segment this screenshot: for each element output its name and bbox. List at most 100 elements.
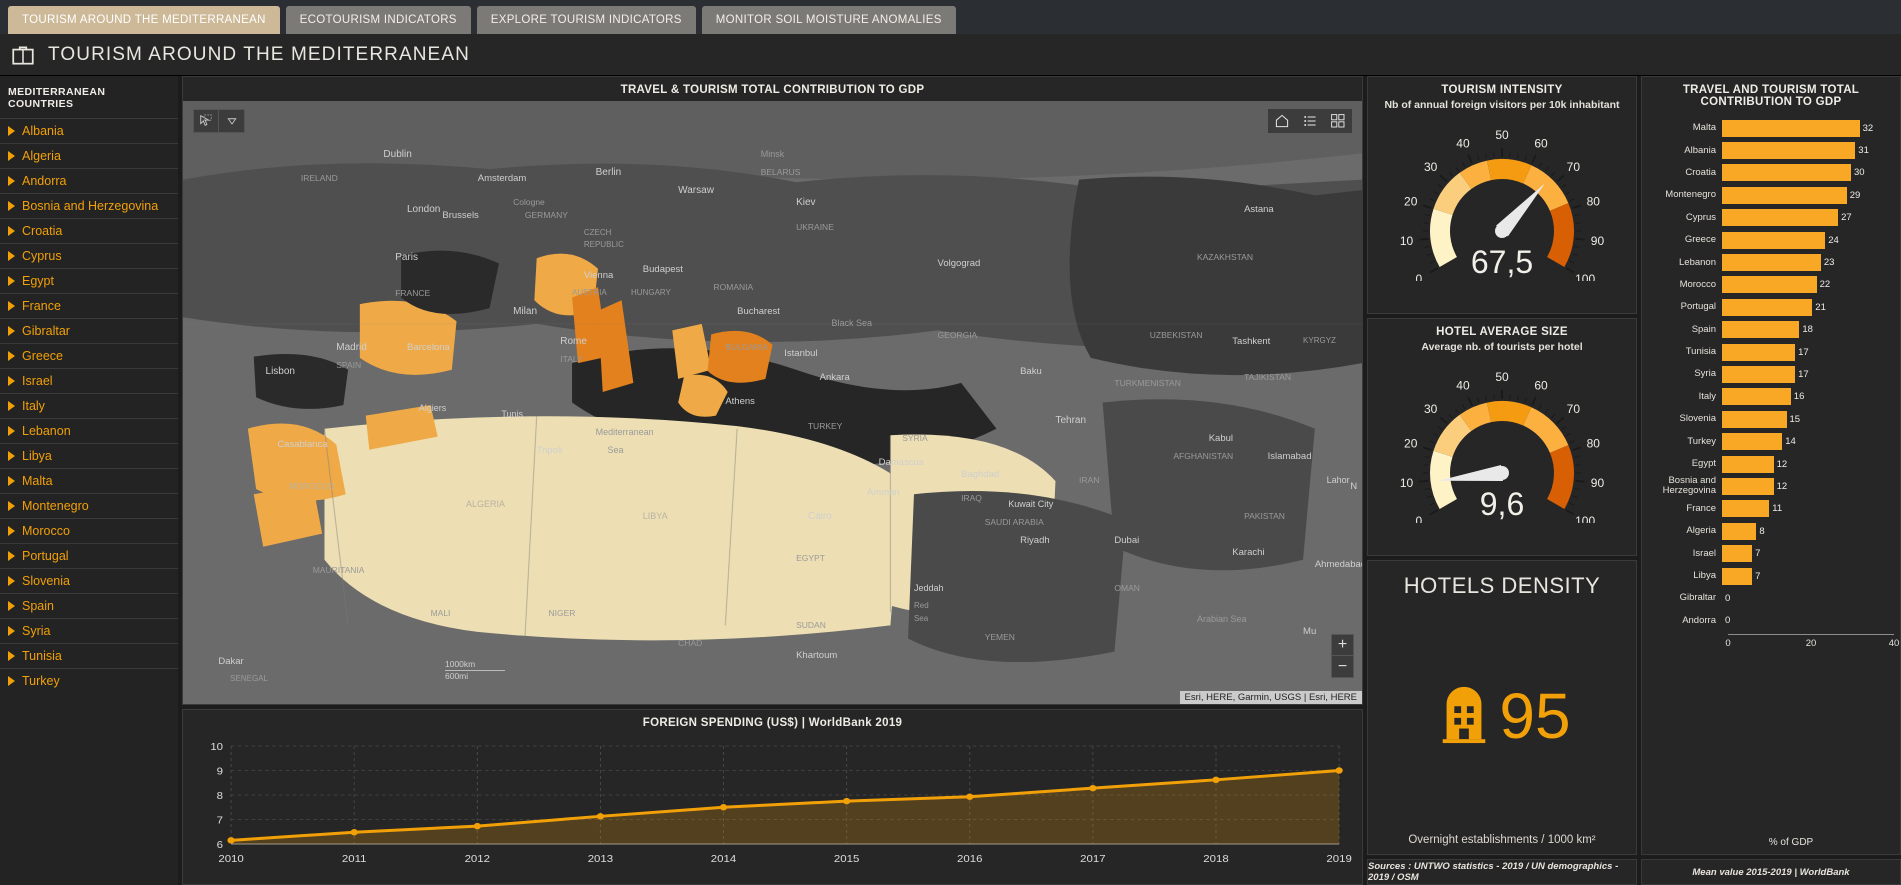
sidebar-item-label: Slovenia [22, 574, 70, 588]
bar-row[interactable]: Cyprus27 [1648, 207, 1894, 229]
sidebar-item-croatia[interactable]: Croatia [0, 218, 178, 243]
bar-row[interactable]: Libya7 [1648, 565, 1894, 587]
bar-row[interactable]: Syria17 [1648, 363, 1894, 385]
bar-value-label: 12 [1777, 481, 1788, 492]
sidebar-item-portugal[interactable]: Portugal [0, 543, 178, 568]
gauge-tick-label: 20 [1404, 194, 1418, 208]
bar-fill [1722, 254, 1821, 271]
bar-row[interactable]: Morocco22 [1648, 274, 1894, 296]
bar-row[interactable]: Croatia30 [1648, 162, 1894, 184]
sidebar-item-andorra[interactable]: Andorra [0, 168, 178, 193]
bar-row[interactable]: Malta32 [1648, 117, 1894, 139]
gauge-tick-label: 100 [1575, 272, 1595, 281]
sidebar-item-greece[interactable]: Greece [0, 343, 178, 368]
sidebar-item-montenegro[interactable]: Montenegro [0, 493, 178, 518]
sidebar-item-bosnia-and-herzegovina[interactable]: Bosnia and Herzegovina [0, 193, 178, 218]
caret-right-icon [8, 651, 15, 661]
gauge-tick [1438, 185, 1442, 188]
bar-row[interactable]: Gibraltar0 [1648, 587, 1894, 609]
bar-fill [1722, 276, 1817, 293]
hotels-density-caption-text: Overnight establishments / 1000 km² [1408, 834, 1595, 846]
sidebar-item-syria[interactable]: Syria [0, 618, 178, 643]
bar-row[interactable]: Andorra0 [1648, 610, 1894, 632]
zoom-out-button[interactable]: − [1332, 656, 1353, 677]
caret-right-icon [8, 576, 15, 586]
tab-3[interactable]: MONITOR SOIL MOISTURE ANOMALIES [702, 6, 956, 34]
line-chart-svg: 6789102010201120122013201420152016201720… [183, 734, 1362, 872]
bar-row[interactable]: France11 [1648, 498, 1894, 520]
bar-row[interactable]: Portugal21 [1648, 296, 1894, 318]
basemap-icon[interactable] [1324, 109, 1352, 133]
gauge-tick [1463, 405, 1466, 409]
bar-category-label: Andorra [1648, 616, 1722, 626]
sidebar-item-turkey[interactable]: Turkey [0, 668, 178, 693]
bar-row[interactable]: Albania31 [1648, 139, 1894, 161]
sidebar-item-italy[interactable]: Italy [0, 393, 178, 418]
sidebar-item-israel[interactable]: Israel [0, 368, 178, 393]
tab-2[interactable]: EXPLORE TOURISM INDICATORS [477, 6, 696, 34]
sidebar-item-morocco[interactable]: Morocco [0, 518, 178, 543]
gauge-tick-label: 40 [1456, 378, 1470, 392]
bar-category-label: France [1648, 504, 1722, 514]
bar-row[interactable]: Egypt12 [1648, 453, 1894, 475]
svg-text:6: 6 [217, 840, 223, 851]
caret-right-icon [8, 676, 15, 686]
map-zoom-controls[interactable]: + − [1331, 634, 1354, 678]
sidebar-item-slovenia[interactable]: Slovenia [0, 568, 178, 593]
bar-category-label: Egypt [1648, 459, 1722, 469]
gauge-tick [1566, 434, 1570, 437]
sidebar-item-label: Italy [22, 399, 45, 413]
gauge-value: 9,6 [1480, 486, 1524, 522]
sidebar-item-egypt[interactable]: Egypt [0, 268, 178, 293]
sidebar-item-cyprus[interactable]: Cyprus [0, 243, 178, 268]
gauge-svg-0: 010203040506070809010067,5 [1377, 113, 1627, 281]
sidebar-item-lebanon[interactable]: Lebanon [0, 418, 178, 443]
caret-right-icon [8, 176, 15, 186]
country-sidebar[interactable]: MEDITERRANEAN COUNTRIES AlbaniaAlgeriaAn… [0, 76, 178, 885]
app-header: TOURISM AROUND THE MEDITERRANEAN [0, 34, 1901, 76]
map-canvas[interactable]: DublinIRELANDLondonAmsterdamBrusselsColo… [183, 101, 1362, 704]
gauge-tick [1562, 427, 1566, 430]
sidebar-item-malta[interactable]: Malta [0, 468, 178, 493]
bar-row[interactable]: Turkey14 [1648, 430, 1894, 452]
sidebar-item-gibraltar[interactable]: Gibraltar [0, 318, 178, 343]
tab-0[interactable]: TOURISM AROUND THE MEDITERRANEAN [8, 6, 280, 34]
sidebar-item-algeria[interactable]: Algeria [0, 143, 178, 168]
sidebar-item-albania[interactable]: Albania [0, 118, 178, 143]
bar-row[interactable]: Montenegro29 [1648, 184, 1894, 206]
sidebar-item-label: Libya [22, 449, 52, 463]
sidebar-item-tunisia[interactable]: Tunisia [0, 643, 178, 668]
bar-row[interactable]: Israel7 [1648, 542, 1894, 564]
bar-track: 7 [1722, 542, 1894, 564]
select-icon[interactable] [194, 110, 219, 132]
bar-row[interactable]: Spain18 [1648, 319, 1894, 341]
zoom-in-button[interactable]: + [1332, 635, 1353, 656]
sidebar-item-label: Gibraltar [22, 324, 70, 338]
bar-track: 17 [1722, 341, 1894, 363]
gauge-tick [1425, 215, 1430, 216]
bar-fill [1722, 500, 1769, 517]
caret-right-icon [8, 226, 15, 236]
bar-row[interactable]: Lebanon23 [1648, 251, 1894, 273]
bar-row[interactable]: Italy16 [1648, 386, 1894, 408]
sidebar-item-france[interactable]: France [0, 293, 178, 318]
sidebar-item-spain[interactable]: Spain [0, 593, 178, 618]
home-icon[interactable] [1268, 109, 1296, 133]
bar-row[interactable]: Algeria8 [1648, 520, 1894, 542]
bar-row[interactable]: Bosnia and Herzegovina12 [1648, 475, 1894, 497]
chevron-down-icon[interactable] [219, 110, 244, 132]
tab-1[interactable]: ECOTOURISM INDICATORS [286, 6, 471, 34]
sources-right: Mean value 2015-2019 | WorldBank [1641, 859, 1901, 885]
map-tool-group-right[interactable] [1268, 109, 1352, 133]
legend-icon[interactable] [1296, 109, 1324, 133]
gauge-tick-label: 70 [1567, 160, 1581, 174]
bar-category-label: Albania [1648, 146, 1722, 156]
map-tool-group-left[interactable] [193, 109, 245, 133]
gauge-tick [1557, 175, 1564, 181]
sidebar-item-libya[interactable]: Libya [0, 443, 178, 468]
bar-row[interactable]: Tunisia17 [1648, 341, 1894, 363]
bar-row[interactable]: Slovenia15 [1648, 408, 1894, 430]
bar-value-label: 21 [1815, 302, 1826, 313]
bar-row[interactable]: Greece24 [1648, 229, 1894, 251]
bar-track: 32 [1722, 117, 1894, 139]
